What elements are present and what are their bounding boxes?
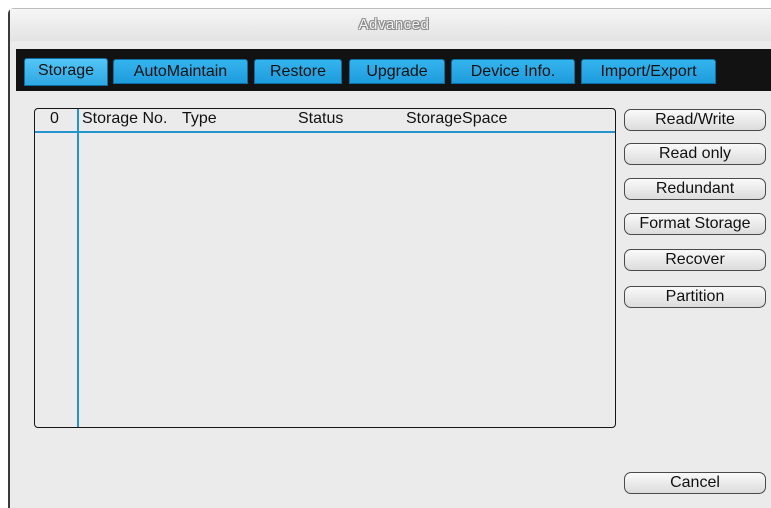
redundant-button[interactable]: Redundant xyxy=(624,178,766,200)
header-index: 0 xyxy=(50,110,59,127)
header-type: Type xyxy=(182,110,217,127)
tab-import-export[interactable]: Import/Export xyxy=(581,59,716,84)
partition-button[interactable]: Partition xyxy=(624,286,766,308)
dialog-title: Advanced xyxy=(358,16,430,33)
recover-button[interactable]: Recover xyxy=(624,249,766,271)
read-write-button[interactable]: Read/Write xyxy=(624,109,766,131)
header-status: Status xyxy=(298,110,344,127)
title-bar: Advanced xyxy=(10,9,771,41)
tab-strip: Storage AutoMaintain Restore Upgrade Dev… xyxy=(16,49,771,91)
advanced-dialog: Advanced Storage AutoMaintain Restore Up… xyxy=(8,8,771,508)
cancel-button[interactable]: Cancel xyxy=(624,472,766,494)
storage-panel: 0 Storage No. Type Status StorageSpace R… xyxy=(10,92,771,508)
tab-restore[interactable]: Restore xyxy=(254,59,342,84)
tab-device-info[interactable]: Device Info. xyxy=(451,59,575,84)
column-divider xyxy=(77,109,79,427)
tab-automaintain[interactable]: AutoMaintain xyxy=(113,59,248,84)
header-storage-space: StorageSpace xyxy=(406,110,508,127)
read-only-button[interactable]: Read only xyxy=(624,143,766,165)
header-storage-no: Storage No. xyxy=(82,110,168,127)
storage-list[interactable]: 0 Storage No. Type Status StorageSpace xyxy=(34,108,616,428)
tab-bar: Storage AutoMaintain Restore Upgrade Dev… xyxy=(10,45,771,92)
format-storage-button[interactable]: Format Storage xyxy=(624,213,766,235)
tab-storage[interactable]: Storage xyxy=(24,58,108,86)
storage-list-header: 0 Storage No. Type Status StorageSpace xyxy=(35,109,615,133)
tab-upgrade[interactable]: Upgrade xyxy=(349,59,445,84)
